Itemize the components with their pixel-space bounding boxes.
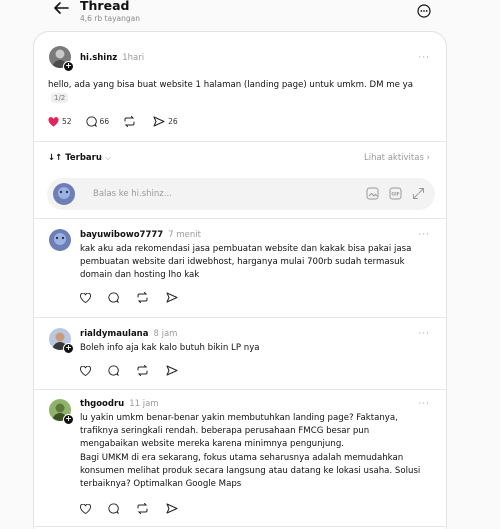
- heart-icon: [80, 292, 91, 303]
- repost-button[interactable]: [123, 116, 139, 127]
- post-time: 1hari: [122, 53, 145, 63]
- post-text: hello, ada yang bisa buat website 1 hala…: [48, 79, 423, 105]
- sort-icon: ↓↑: [48, 153, 66, 163]
- comment-count: 66: [99, 117, 110, 126]
- like-button[interactable]: 52: [48, 116, 72, 127]
- comment-button[interactable]: [108, 503, 122, 514]
- reply-text: kak aku ada rekomendasi jasa pembuatan w…: [80, 244, 412, 281]
- reply-text: Boleh info aja kak kalo butuh bikin LP n…: [80, 343, 260, 353]
- reply-author[interactable]: rialdymaulana 8 jam: [80, 329, 177, 339]
- divider: [34, 317, 446, 318]
- repost-button[interactable]: [136, 503, 152, 514]
- svg-text:GIF: GIF: [391, 192, 399, 198]
- gif-icon[interactable]: GIF: [389, 187, 402, 203]
- reply-more-icon[interactable]: ···: [418, 329, 430, 339]
- comment-button[interactable]: 66: [85, 116, 110, 127]
- share-button[interactable]: [166, 365, 181, 376]
- username[interactable]: rialdymaulana: [80, 329, 148, 339]
- top-bar: Thread 4,6 rb tayangan: [0, 0, 500, 32]
- share-button[interactable]: [166, 503, 181, 514]
- comment-icon: [108, 503, 119, 514]
- like-count: 52: [62, 117, 72, 126]
- follow-plus-icon[interactable]: +: [63, 61, 74, 72]
- view-count: 4,6 rb tayangan: [80, 14, 140, 23]
- comment-icon: [108, 365, 119, 376]
- reply-more-icon[interactable]: ···: [418, 230, 430, 240]
- comment-button[interactable]: [108, 365, 122, 376]
- send-icon: [166, 292, 178, 303]
- like-button[interactable]: [80, 292, 94, 303]
- reply-more-icon[interactable]: ···: [418, 399, 430, 409]
- reply-author[interactable]: bayuwibowo7777 7 menit: [80, 230, 201, 240]
- more-options-icon[interactable]: [417, 4, 433, 20]
- repost-icon: [137, 365, 148, 376]
- post-actions: 52 66 26: [48, 116, 192, 127]
- expand-icon[interactable]: [412, 187, 425, 203]
- heart-icon: [80, 365, 91, 376]
- share-count: 26: [168, 117, 178, 126]
- send-icon: [166, 503, 178, 514]
- like-button[interactable]: [80, 365, 94, 376]
- share-button[interactable]: [166, 292, 181, 303]
- repost-button[interactable]: [136, 365, 152, 376]
- post-body: hello, ada yang bisa buat website 1 hala…: [48, 80, 413, 90]
- activity-link[interactable]: Lihat aktivitas ›: [364, 153, 430, 163]
- divider: [34, 389, 446, 390]
- heart-icon: [80, 503, 91, 514]
- username[interactable]: hi.shinz: [80, 53, 117, 63]
- reply-placeholder: Balas ke hi.shinz...: [93, 189, 172, 199]
- reply-time: 11 jam: [129, 399, 159, 409]
- reply-actions: [80, 292, 195, 303]
- activity-label: Lihat aktivitas: [363, 153, 424, 163]
- send-icon: [166, 365, 178, 376]
- reply-paragraph: lu yakin umkm benar-benar yakin membutuh…: [80, 413, 398, 450]
- reply-actions: [80, 503, 195, 514]
- page-indicator[interactable]: 1/2: [51, 93, 69, 104]
- reply-input[interactable]: Balas ke hi.shinz... GIF: [47, 178, 435, 210]
- reply-tools: GIF: [356, 187, 425, 203]
- divider: [34, 141, 446, 142]
- reply-text: lu yakin umkm benar-benar yakin membutuh…: [80, 412, 425, 491]
- reply-paragraph: Bagi UMKM di era sekarang, fokus utama s…: [80, 452, 421, 490]
- comment-icon: [108, 292, 119, 303]
- divider: [34, 526, 446, 527]
- follow-plus-icon[interactable]: +: [63, 414, 74, 425]
- reply-actions: [80, 365, 195, 376]
- chevron-right-icon: ›: [423, 153, 430, 163]
- image-icon[interactable]: [366, 187, 379, 203]
- heart-filled-icon: [48, 116, 59, 127]
- share-button[interactable]: 26: [153, 116, 178, 127]
- avatar[interactable]: [49, 229, 71, 251]
- reply-time: 8 jam: [153, 329, 178, 339]
- back-arrow-icon[interactable]: [52, 0, 70, 16]
- page-title: Thread: [80, 0, 130, 13]
- reply-author[interactable]: thgoodru 11 jam: [80, 399, 159, 409]
- repost-icon: [124, 116, 135, 127]
- divider: [34, 218, 446, 219]
- comment-button[interactable]: [108, 292, 122, 303]
- sort-label: Terbaru: [65, 153, 102, 163]
- repost-icon: [137, 503, 148, 514]
- post-more-icon[interactable]: ···: [418, 53, 430, 63]
- thread-card: + hi.shinz 1hari ··· hello, ada yang bisa…: [33, 31, 447, 529]
- avatar: [53, 183, 75, 205]
- like-button[interactable]: [80, 503, 94, 514]
- chevron-down-icon: ⌵: [104, 153, 112, 163]
- repost-button[interactable]: [136, 292, 152, 303]
- comment-icon: [85, 116, 97, 127]
- send-icon: [153, 116, 165, 127]
- post-author[interactable]: hi.shinz 1hari: [80, 53, 144, 63]
- repost-icon: [137, 292, 148, 303]
- sort-dropdown[interactable]: ↓↑ Terbaru ⌵: [48, 153, 111, 163]
- follow-plus-icon[interactable]: +: [63, 343, 74, 354]
- reply-time: 7 menit: [168, 230, 201, 240]
- username[interactable]: thgoodru: [80, 399, 124, 409]
- username[interactable]: bayuwibowo7777: [80, 230, 163, 240]
